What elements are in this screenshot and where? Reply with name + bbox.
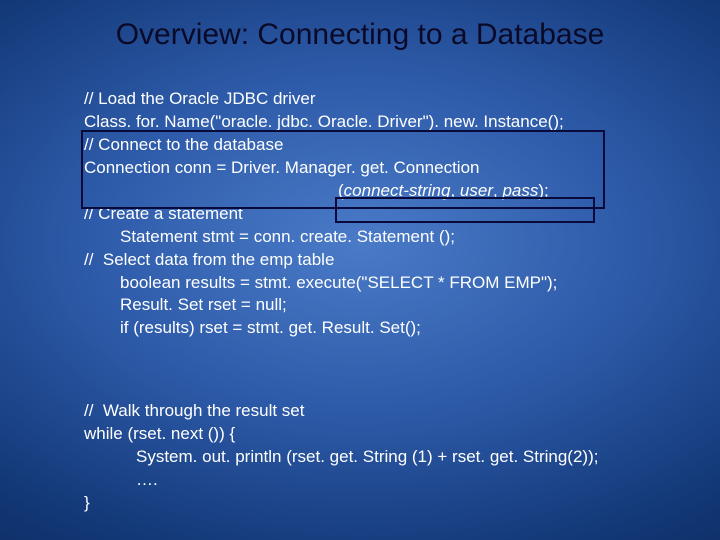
code-block-main: // Load the Oracle JDBC driver Class. fo…	[84, 88, 690, 340]
param-pass: pass	[502, 181, 538, 200]
param-user: user	[460, 181, 493, 200]
paren-close: );	[538, 181, 548, 200]
code-line: }	[84, 492, 690, 515]
code-line: Statement stmt = conn. create. Statement…	[84, 226, 690, 249]
code-line: // Connect to the database	[84, 134, 690, 157]
code-line: System. out. println (rset. get. String …	[84, 446, 690, 469]
comma: ,	[450, 181, 459, 200]
code-line: // Load the Oracle JDBC driver	[84, 88, 690, 111]
code-block-walk: // Walk through the result set while (rs…	[84, 400, 690, 515]
code-line-params: (connect-string, user, pass);	[84, 180, 690, 203]
code-line: Class. for. Name("oracle. jdbc. Oracle. …	[84, 111, 690, 134]
code-line: // Create a statement	[84, 203, 690, 226]
param-connect-string: connect-string	[344, 181, 451, 200]
code-line: // Select data from the emp table	[84, 249, 690, 272]
code-line: boolean results = stmt. execute("SELECT …	[84, 272, 690, 295]
code-line: Result. Set rset = null;	[84, 294, 690, 317]
code-line: if (results) rset = stmt. get. Result. S…	[84, 317, 690, 340]
code-line: ….	[84, 469, 690, 492]
slide-title: Overview: Connecting to a Database	[0, 18, 720, 52]
code-line: Connection conn = Driver. Manager. get. …	[84, 157, 690, 180]
slide: Overview: Connecting to a Database // Lo…	[0, 0, 720, 540]
code-line: while (rset. next ()) {	[84, 423, 690, 446]
code-line: // Walk through the result set	[84, 400, 690, 423]
